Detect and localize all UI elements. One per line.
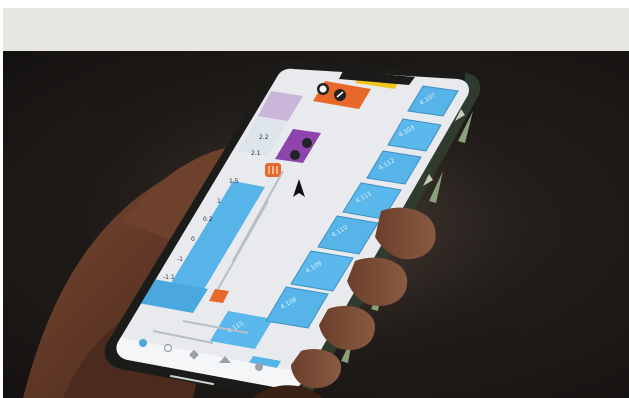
floor-label: 2.2 bbox=[259, 134, 269, 141]
escalator-icon bbox=[334, 89, 346, 101]
tab-settings-icon[interactable] bbox=[255, 363, 263, 371]
tab-map-icon[interactable] bbox=[139, 339, 147, 347]
floor-label: 0 bbox=[191, 236, 195, 243]
floor-label: 1.5 bbox=[229, 178, 239, 185]
screenshot-frame: 4.107 4.103 4.112 4.111 4.110 4.109 4.10… bbox=[3, 8, 629, 398]
floor-label: -1 bbox=[177, 256, 183, 263]
restaurant-icon bbox=[265, 163, 281, 177]
photo: 4.107 4.103 4.112 4.111 4.110 4.109 4.10… bbox=[3, 51, 629, 398]
photo-illustration: 4.107 4.103 4.112 4.111 4.110 4.109 4.10… bbox=[23, 51, 583, 398]
top-band bbox=[3, 8, 629, 51]
floor-label: 0.2 bbox=[203, 216, 213, 223]
restroom-icon bbox=[317, 83, 329, 95]
floor-label: 1 bbox=[217, 198, 221, 205]
floor-label: 2.1 bbox=[251, 150, 261, 157]
floor-label: -1.1 bbox=[163, 274, 175, 281]
